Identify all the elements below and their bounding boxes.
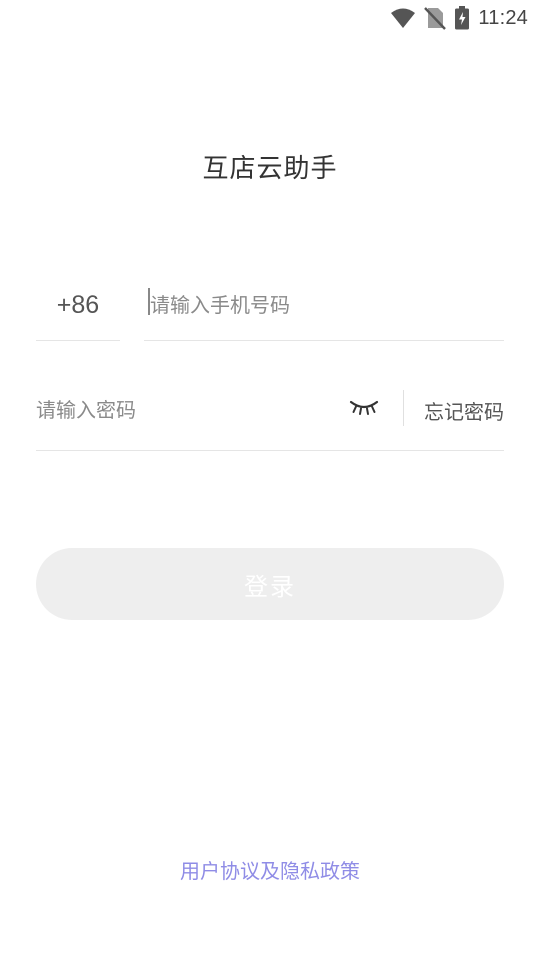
- status-time: 11:24: [478, 6, 528, 29]
- password-row: 忘记密码: [36, 372, 504, 451]
- login-button[interactable]: 登录: [36, 548, 504, 620]
- forgot-password-link[interactable]: 忘记密码: [424, 372, 504, 448]
- agreement-privacy-link[interactable]: 用户协议及隐私政策: [0, 855, 540, 884]
- wifi-icon: [390, 7, 416, 29]
- country-code-selector[interactable]: +86: [36, 270, 120, 341]
- phone-field[interactable]: [144, 270, 504, 341]
- password-field[interactable]: [36, 372, 336, 448]
- page-title: 互店云助手: [202, 154, 338, 184]
- no-sim-icon: [424, 6, 447, 30]
- vertical-divider: [403, 390, 404, 426]
- battery-charging-icon: [454, 6, 470, 30]
- password-visibility-toggle[interactable]: [349, 396, 379, 424]
- password-input[interactable]: [36, 372, 336, 448]
- status-icons: 11:24: [390, 5, 528, 31]
- phone-input[interactable]: [144, 270, 504, 340]
- eye-closed-icon: [349, 398, 379, 422]
- text-cursor: [148, 288, 150, 315]
- status-bar: 11:24: [0, 0, 540, 36]
